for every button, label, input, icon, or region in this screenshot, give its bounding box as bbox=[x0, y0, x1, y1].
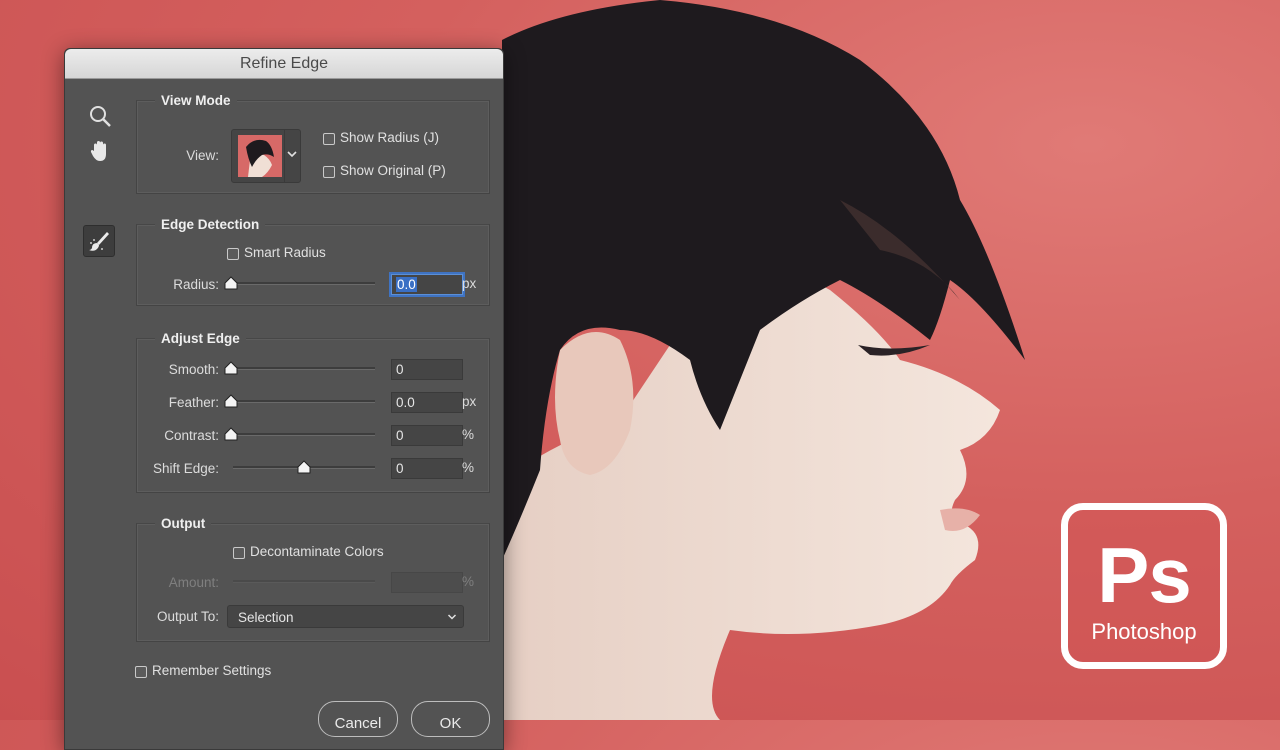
show-radius-checkbox[interactable] bbox=[323, 133, 335, 145]
chevron-down-icon bbox=[447, 612, 457, 622]
radius-input[interactable]: 0.0 bbox=[391, 274, 463, 295]
shift-edge-input[interactable]: 0 bbox=[391, 458, 463, 479]
view-thumbnail bbox=[238, 135, 282, 177]
amount-slider-track bbox=[233, 580, 375, 583]
chevron-down-icon bbox=[286, 148, 298, 163]
show-radius-label: Show Radius (J) bbox=[340, 130, 440, 145]
decontaminate-checkbox[interactable] bbox=[233, 547, 245, 559]
lips-shape bbox=[940, 508, 980, 531]
hand-icon[interactable] bbox=[85, 136, 115, 166]
show-original-label: Show Original (P) bbox=[340, 163, 446, 178]
radius-slider-track[interactable] bbox=[233, 282, 375, 285]
contrast-slider-track[interactable] bbox=[233, 433, 375, 436]
contrast-input[interactable]: 0 bbox=[391, 425, 463, 446]
cancel-button[interactable]: Cancel bbox=[318, 701, 398, 737]
radius-unit: px bbox=[462, 276, 477, 291]
smooth-slider-track[interactable] bbox=[233, 367, 375, 370]
output-title: Output bbox=[155, 515, 212, 533]
refine-edge-dialog: Refine Edge View Mode View: Show Radius … bbox=[64, 48, 504, 750]
amount-input bbox=[391, 572, 463, 593]
contrast-label: Contrast: bbox=[164, 428, 219, 443]
logo-wordmark: Photoshop bbox=[1091, 619, 1197, 644]
smooth-label: Smooth: bbox=[168, 362, 219, 377]
feather-unit: px bbox=[462, 394, 477, 409]
remember-settings-checkbox[interactable] bbox=[135, 666, 147, 678]
feather-label: Feather: bbox=[168, 395, 219, 410]
output-to-value: Selection bbox=[238, 610, 294, 625]
output-to-label: Output To: bbox=[156, 609, 219, 624]
zoom-icon[interactable] bbox=[85, 101, 115, 131]
output-group: Output Decontaminate Colors Amount: % Ou… bbox=[136, 515, 490, 642]
edge-detection-title: Edge Detection bbox=[155, 216, 266, 234]
edge-detection-group: Edge Detection Smart Radius Radius: 0.0 … bbox=[136, 216, 490, 306]
output-to-select[interactable]: Selection bbox=[227, 605, 464, 628]
photoshop-logo: Ps Photoshop bbox=[1061, 503, 1227, 669]
ok-button[interactable]: OK bbox=[411, 701, 490, 737]
amount-label: Amount: bbox=[168, 575, 219, 590]
shift-edge-label: Shift Edge: bbox=[152, 461, 219, 476]
contrast-unit: % bbox=[462, 427, 475, 442]
adjust-edge-group: Adjust Edge Smooth: 0 Feather: 0.0 px Co… bbox=[136, 330, 490, 493]
view-label: View: bbox=[186, 148, 219, 163]
view-mode-group: View Mode View: Show Radius (J) Show Ori… bbox=[136, 92, 490, 194]
feather-input[interactable]: 0.0 bbox=[391, 392, 463, 413]
logo-mark: Ps bbox=[1097, 531, 1191, 619]
refine-brush-icon[interactable] bbox=[83, 225, 115, 257]
dialog-title: Refine Edge bbox=[65, 49, 503, 79]
decontaminate-label: Decontaminate Colors bbox=[250, 544, 384, 559]
remember-settings-label: Remember Settings bbox=[152, 663, 272, 678]
feather-slider-track[interactable] bbox=[233, 400, 375, 403]
shift-edge-unit: % bbox=[462, 460, 475, 475]
show-original-checkbox[interactable] bbox=[323, 166, 335, 178]
smart-radius-checkbox[interactable] bbox=[227, 248, 239, 260]
adjust-edge-title: Adjust Edge bbox=[155, 330, 246, 348]
amount-unit: % bbox=[462, 574, 475, 589]
radius-input-value: 0.0 bbox=[396, 277, 417, 292]
smooth-input[interactable]: 0 bbox=[391, 359, 463, 380]
smart-radius-label: Smart Radius bbox=[244, 245, 326, 260]
picker-divider bbox=[284, 130, 285, 182]
view-mode-title: View Mode bbox=[155, 92, 237, 110]
view-mode-picker[interactable] bbox=[231, 129, 301, 183]
radius-label: Radius: bbox=[173, 277, 219, 292]
